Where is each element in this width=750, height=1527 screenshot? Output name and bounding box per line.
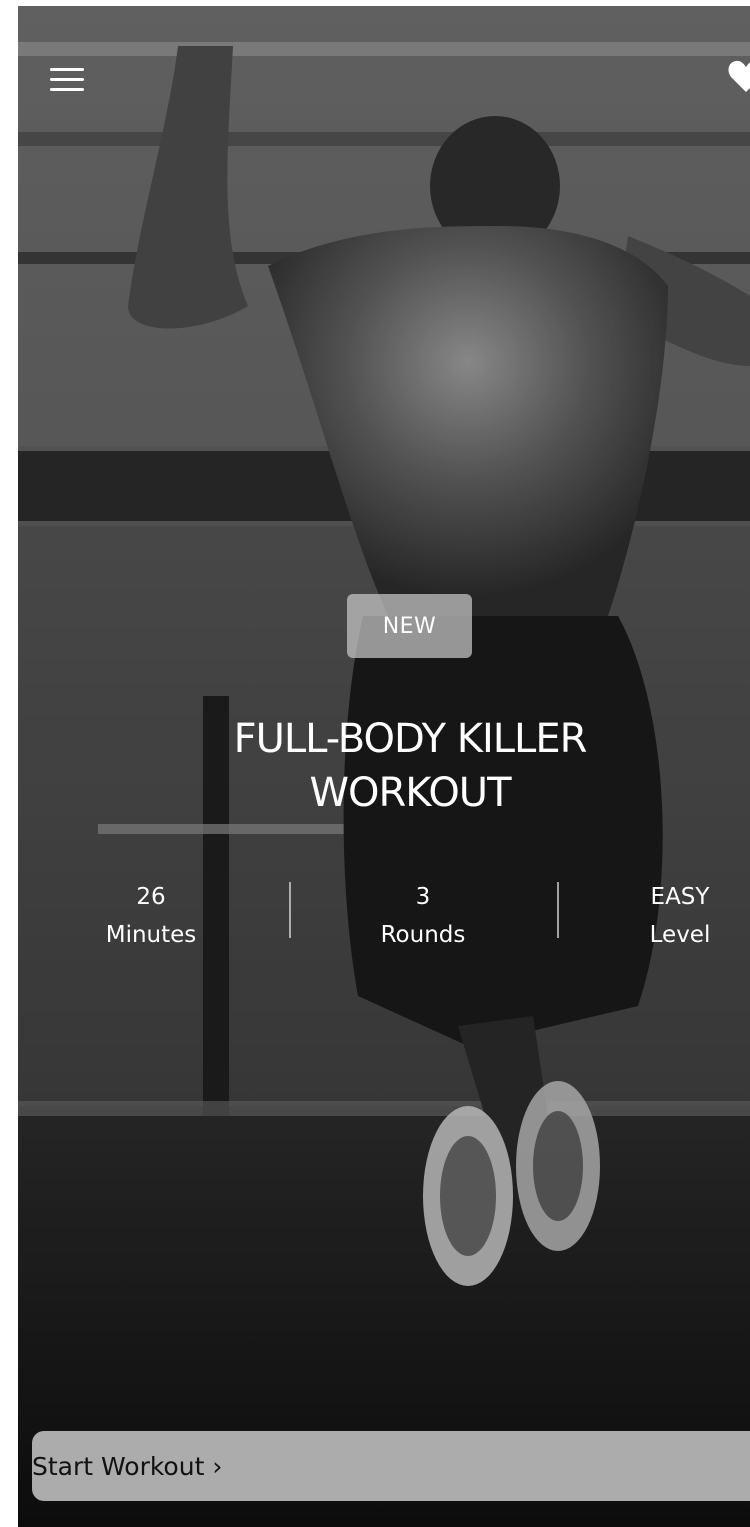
hamburger-menu-icon-bar	[50, 78, 84, 81]
workout-detail-screen: NEW FULL-BODY KILLER WORKOUT 26 Minutes …	[18, 6, 750, 1527]
start-workout-label: Start Workout ›	[32, 1451, 223, 1481]
stat-duration-value: 26	[136, 884, 166, 910]
stat-level-value: EASY	[650, 884, 710, 910]
hamburger-menu-icon	[50, 68, 84, 71]
stat-duration: 26 Minutes	[71, 878, 231, 954]
hamburger-menu-icon-bar	[50, 88, 84, 91]
stat-level: EASY Level	[600, 878, 750, 954]
stat-rounds: 3 Rounds	[343, 878, 503, 954]
heart-icon	[728, 60, 750, 92]
workout-title-line-2: WORKOUT	[309, 770, 511, 816]
new-badge: NEW	[347, 594, 472, 658]
menu-button[interactable]	[48, 62, 88, 98]
favorite-button[interactable]	[726, 56, 750, 96]
workout-title: FULL-BODY KILLER WORKOUT	[130, 712, 690, 820]
stat-duration-label: Minutes	[105, 922, 197, 948]
stat-divider	[557, 882, 559, 938]
stat-divider	[289, 882, 291, 938]
start-workout-button[interactable]: Start Workout ›	[32, 1431, 750, 1501]
stat-rounds-label: Rounds	[380, 922, 466, 948]
workout-title-line-1: FULL-BODY KILLER	[233, 716, 588, 762]
stat-level-label: Level	[649, 922, 711, 948]
stat-rounds-value: 3	[415, 884, 431, 910]
